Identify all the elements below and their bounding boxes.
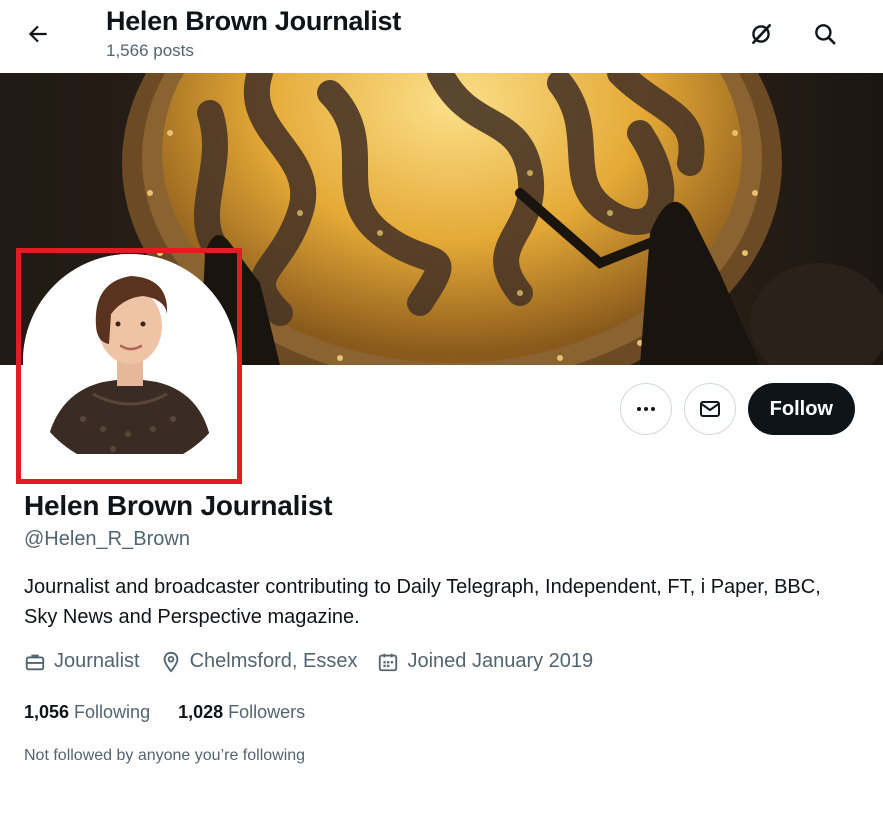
envelope-icon xyxy=(699,401,720,417)
followers-label: Followers xyxy=(228,702,306,722)
grok-button[interactable] xyxy=(741,14,781,54)
arrow-left-icon xyxy=(28,25,47,43)
location-label: Chelmsford, Essex xyxy=(189,650,358,672)
follow-button[interactable]: Follow xyxy=(747,383,855,435)
message-button[interactable] xyxy=(683,383,736,435)
search-button[interactable] xyxy=(805,14,845,54)
mutuals-note: Not followed by anyone you’re following xyxy=(24,747,306,764)
profession-label: Journalist xyxy=(54,650,140,672)
followers-link[interactable]: 1,028 Followers xyxy=(178,702,305,723)
profile-header-bar: Helen Brown Journalist 1,566 posts xyxy=(0,0,883,73)
post-count: 1,566 posts xyxy=(106,41,194,60)
following-count: 1,056 xyxy=(24,702,70,722)
profile-name: Helen Brown Journalist xyxy=(24,490,333,521)
search-icon xyxy=(815,24,836,45)
follow-stats: 1,056 Following 1,028 Followers xyxy=(24,702,333,723)
back-button[interactable] xyxy=(18,14,58,54)
more-button[interactable] xyxy=(619,383,672,435)
avatar-highlight-box xyxy=(16,248,242,484)
calendar-icon xyxy=(379,653,398,671)
profile-meta: Journalist Chelmsford, Essex Joined Janu… xyxy=(24,650,613,673)
profile-bio: Journalist and broadcaster contributing … xyxy=(24,576,821,628)
followers-count: 1,028 xyxy=(178,702,224,722)
more-icon xyxy=(636,407,655,411)
following-label: Following xyxy=(74,702,151,722)
location-pin-icon xyxy=(163,651,178,673)
profession-item: Journalist xyxy=(24,650,140,673)
page-title: Helen Brown Journalist xyxy=(106,6,401,36)
location-item: Chelmsford, Essex xyxy=(160,650,358,673)
joined-item: Joined January 2019 xyxy=(377,650,593,673)
header-title-group: Helen Brown Journalist 1,566 posts xyxy=(106,4,401,61)
grok-icon xyxy=(752,24,771,44)
profile-actions: Follow xyxy=(619,383,855,435)
following-link[interactable]: 1,056 Following xyxy=(24,702,150,723)
briefcase-icon xyxy=(25,654,45,670)
joined-label: Joined January 2019 xyxy=(407,650,594,672)
profile-handle: @Helen_R_Brown xyxy=(24,528,190,550)
